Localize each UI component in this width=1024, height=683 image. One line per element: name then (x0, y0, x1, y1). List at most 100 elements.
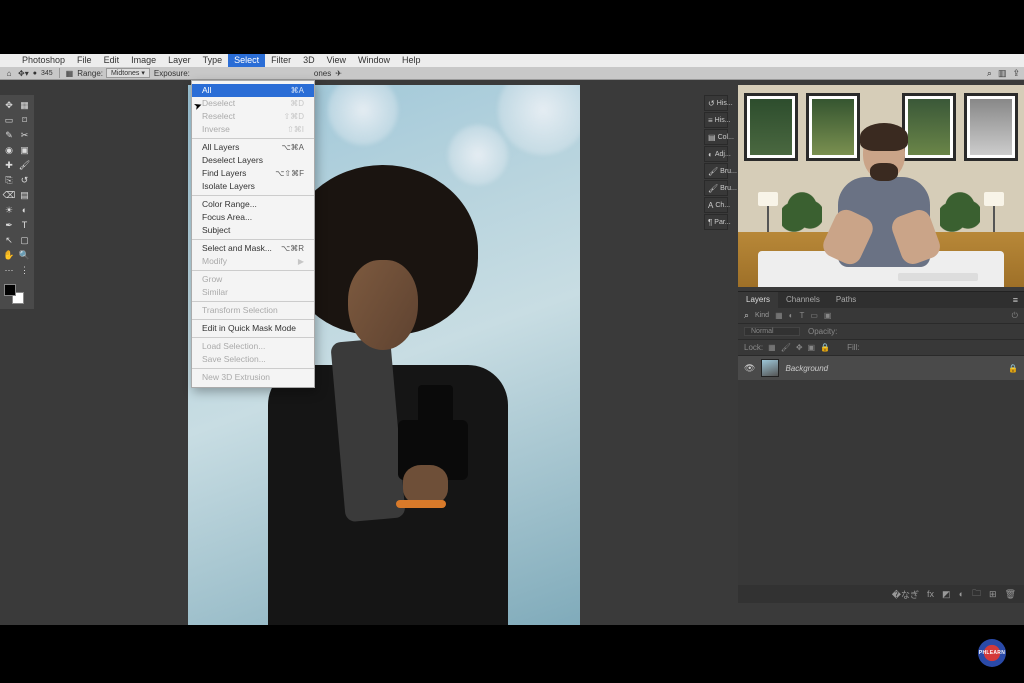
menu-item-edit-in-quick-mask-mode[interactable]: Edit in Quick Mask Mode (192, 322, 314, 335)
eyedropper-tool[interactable]: ◉ (2, 143, 16, 157)
brush-size-value[interactable]: 345 (41, 70, 53, 77)
blend-mode-select[interactable]: Normal (744, 327, 800, 336)
marquee-tool[interactable]: ▭ (2, 113, 16, 127)
menu-filter[interactable]: Filter (265, 54, 297, 67)
hand-tool[interactable]: ✋ (2, 248, 16, 262)
menu-layer[interactable]: Layer (162, 54, 197, 67)
filter-adjust-icon[interactable]: ◐ (789, 311, 794, 320)
menu-item-color-range[interactable]: Color Range... (192, 198, 314, 211)
current-tool-icon[interactable]: ✥▾ (18, 69, 29, 78)
lasso-tool[interactable]: ⌑ (18, 113, 32, 127)
collapsed-panel-1[interactable]: ≡His... (704, 112, 728, 128)
lock-icon[interactable]: 🔒 (1008, 364, 1018, 373)
airbrush-icon[interactable]: ✈ (335, 69, 342, 78)
move-tool[interactable]: ✥ (2, 98, 16, 112)
share-icon[interactable]: ⇪ (1012, 68, 1020, 79)
select-menu-dropdown: All⌘ADeselect⌘DReselect⇧⌘DInverse⇧⌘IAll … (191, 80, 315, 388)
phlearn-badge: PHLEARN (978, 639, 1006, 667)
frame-tool[interactable]: ▣ (18, 143, 32, 157)
history-brush-tool[interactable]: ↺ (18, 173, 32, 187)
gradient-tool[interactable]: ▤ (18, 188, 32, 202)
menu-item-all-layers[interactable]: All Layers⌥⌘A (192, 141, 314, 154)
healing-tool[interactable]: ✚ (2, 158, 16, 172)
layer-search-icon[interactable]: ⌕ (744, 310, 749, 321)
layer-style-icon[interactable]: fx (927, 589, 934, 599)
menu-3d[interactable]: 3D (297, 54, 321, 67)
filter-shape-icon[interactable]: ▭ (810, 311, 818, 320)
menu-file[interactable]: File (71, 54, 98, 67)
color-swatches[interactable] (2, 282, 32, 306)
artboard-tool[interactable]: ▦ (18, 98, 32, 112)
zoom-tool[interactable]: 🔍 (18, 248, 32, 262)
more-tool[interactable]: ⋮ (18, 263, 32, 277)
link-layers-icon[interactable]: �なぎ (892, 588, 919, 601)
filter-smart-icon[interactable]: ▣ (824, 311, 832, 320)
tab-channels[interactable]: Channels (778, 292, 828, 308)
main-workspace: ✥▦▭⌑✎✂◉▣✚🖌⎘↺⌫▤☀◐✒T↖▢✋🔍⋯⋮ ➤ All⌘ADeselect… (0, 80, 1024, 625)
crop-tool[interactable]: ✂ (18, 128, 32, 142)
menu-item-subject[interactable]: Subject (192, 224, 314, 237)
tab-layers[interactable]: Layers (738, 292, 778, 308)
search-icon[interactable]: ⌕ (987, 68, 992, 79)
type-tool[interactable]: T (18, 218, 32, 232)
clone-tool[interactable]: ⎘ (2, 173, 16, 187)
brush-preset-icon[interactable]: ● (33, 70, 37, 77)
dodge-tool[interactable]: ☀ (2, 203, 16, 217)
collapsed-panel-6[interactable]: ACh... (704, 197, 728, 213)
menu-image[interactable]: Image (125, 54, 162, 67)
workspace-icon[interactable]: ▥ (998, 68, 1007, 79)
layer-name[interactable]: Background (785, 364, 828, 373)
adjustment-layer-icon[interactable]: ◐ (959, 589, 964, 599)
menu-item-isolate-layers[interactable]: Isolate Layers (192, 180, 314, 193)
menu-help[interactable]: Help (396, 54, 427, 67)
filter-type-icon[interactable]: T (799, 311, 804, 320)
visibility-icon[interactable]: 👁 (744, 363, 755, 374)
layer-row-background[interactable]: 👁 Background 🔒 (738, 356, 1024, 380)
menu-item-focus-area[interactable]: Focus Area... (192, 211, 314, 224)
lock-artboard-icon[interactable]: ▣ (808, 343, 816, 352)
filter-kind[interactable]: Kind (755, 312, 769, 319)
lock-all-icon[interactable]: 🔒 (820, 343, 830, 352)
edit-toolbar[interactable]: ⋯ (2, 263, 16, 277)
menu-item-find-layers[interactable]: Find Layers⌥⇧⌘F (192, 167, 314, 180)
filter-pixel-icon[interactable]: ▦ (775, 311, 783, 320)
menu-select[interactable]: Select (228, 54, 265, 67)
rectangle-tool[interactable]: ▢ (18, 233, 32, 247)
blur-tool[interactable]: ◐ (18, 203, 32, 217)
panel-menu-icon[interactable]: ≡ (1007, 295, 1024, 305)
new-layer-icon[interactable]: ⊞ (989, 589, 997, 600)
fill-label: Fill: (847, 343, 859, 352)
group-icon[interactable]: 🗀 (972, 586, 981, 602)
collapsed-panel-3[interactable]: ◐Adj... (704, 146, 728, 162)
brush-settings-icon[interactable]: ▦ (66, 69, 74, 78)
collapsed-panel-0[interactable]: ↺His... (704, 95, 728, 111)
range-select[interactable]: Midtones ▾ (106, 68, 150, 78)
collapsed-panel-2[interactable]: ▤Col... (704, 129, 728, 145)
menu-item-select-and-mask[interactable]: Select and Mask...⌥⌘R (192, 242, 314, 255)
lock-image-icon[interactable]: 🖌 (781, 343, 791, 352)
collapsed-panel-5[interactable]: 🖌Bru... (704, 180, 728, 196)
pen-tool[interactable]: ✒ (2, 218, 16, 232)
menu-window[interactable]: Window (352, 54, 396, 67)
filter-toggle-icon[interactable]: ⏻ (1012, 311, 1018, 321)
lock-position-icon[interactable]: ✥ (796, 343, 803, 352)
collapsed-panel-7[interactable]: ¶Par... (704, 214, 728, 230)
path-select-tool[interactable]: ↖ (2, 233, 16, 247)
home-icon[interactable]: ⌂ (4, 69, 14, 78)
lock-transparent-icon[interactable]: ▦ (768, 343, 776, 352)
menu-edit[interactable]: Edit (98, 54, 126, 67)
collapsed-panel-4[interactable]: 🖌Bru... (704, 163, 728, 179)
menu-photoshop[interactable]: Photoshop (16, 54, 71, 67)
layer-mask-icon[interactable]: ◩ (942, 589, 951, 600)
delete-layer-icon[interactable]: 🗑 (1005, 589, 1016, 600)
instructor-video (738, 85, 1024, 287)
tab-paths[interactable]: Paths (828, 292, 864, 308)
brush-tool[interactable]: 🖌 (18, 158, 32, 172)
layer-thumbnail[interactable] (761, 359, 779, 377)
menu-item-deselect-layers[interactable]: Deselect Layers (192, 154, 314, 167)
quick-select-tool[interactable]: ✎ (2, 128, 16, 142)
menu-type[interactable]: Type (197, 54, 229, 67)
eraser-tool[interactable]: ⌫ (2, 188, 16, 202)
menu-item-all[interactable]: All⌘A (192, 84, 314, 97)
menu-view[interactable]: View (321, 54, 352, 67)
